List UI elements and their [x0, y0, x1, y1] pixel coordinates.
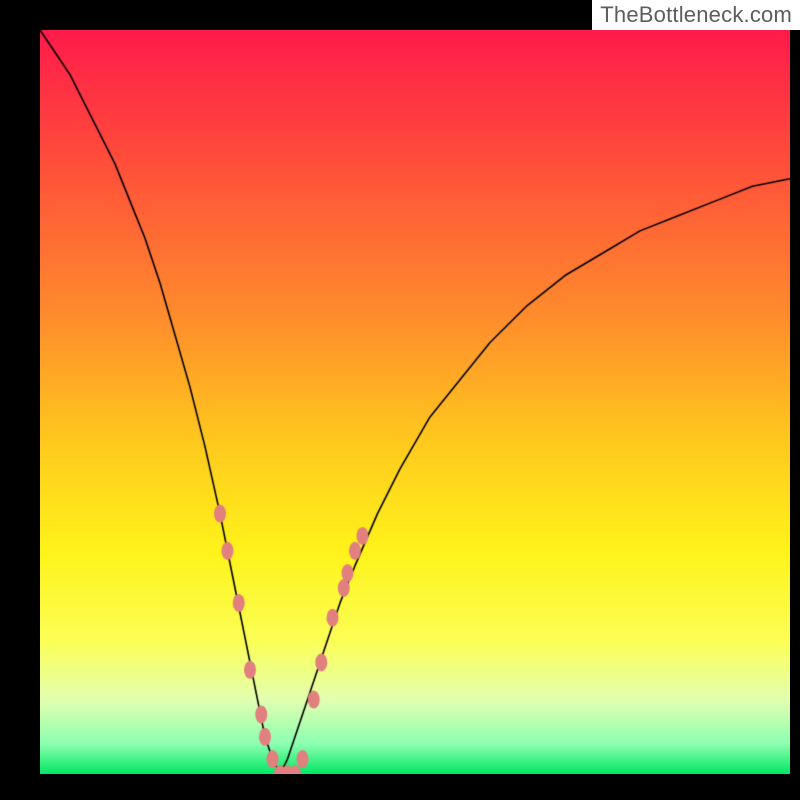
watermark-text: TheBottleneck.com [600, 2, 792, 28]
frame-left [0, 0, 40, 800]
bottleneck-chart [0, 0, 800, 800]
watermark-badge: TheBottleneck.com [592, 0, 800, 30]
frame-bottom [0, 774, 800, 800]
frame-right [790, 0, 800, 800]
